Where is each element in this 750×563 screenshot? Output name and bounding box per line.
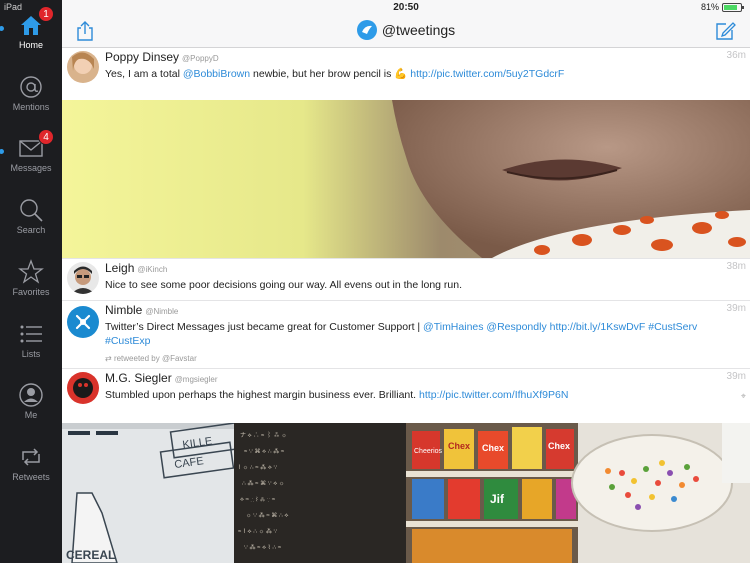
tweet-row[interactable]: Poppy Dinsey @PoppyD 36m Yes, I am a tota…: [62, 48, 750, 258]
retweet-icon: [18, 444, 44, 470]
tweet-row[interactable]: M.G. Siegler @mgsiegler 39m Stumbled upon…: [62, 369, 750, 423]
url-link[interactable]: http://pic.twitter.com/5uy2TGdcrF: [410, 68, 564, 80]
compose-icon: [716, 22, 736, 40]
star-icon: [18, 259, 44, 285]
hashtag-link[interactable]: #CustExp: [105, 335, 151, 347]
sidebar-item-label: Search: [16, 225, 46, 235]
sidebar-item-lists[interactable]: Lists: [0, 313, 62, 369]
tweet-row[interactable]: Leigh @iKinch 38m Nice to see some poor d…: [62, 258, 750, 301]
svg-text:⌇ ☼ ∴ ≈ ⁂ ⟡ ∵: ⌇ ☼ ∴ ≈ ⁂ ⟡ ∵: [238, 464, 278, 471]
retweeted-by: ⇄ retweeted by @Favstar: [105, 354, 197, 363]
tweet-author-handle: @iKinch: [137, 265, 168, 274]
svg-text:Cheerios: Cheerios: [414, 448, 443, 455]
tweet-text: Stumbled upon perhaps the highest margin…: [105, 389, 569, 401]
location-pin-icon: ⌖: [740, 391, 746, 401]
tweet-author-name: Leigh: [105, 261, 135, 275]
profile-icon: [18, 382, 44, 408]
sidebar-item-label: Lists: [21, 349, 41, 359]
sidebar-item-label: Messages: [10, 163, 52, 173]
tweet-text: Yes, I am a total @BobbiBrown newbie, bu…: [105, 68, 565, 80]
sidebar-item-mentions[interactable]: Mentions: [0, 66, 62, 122]
tweet-author-handle: @mgsiegler: [174, 375, 218, 384]
tweet-text: Twitter’s Direct Messages just became gr…: [105, 321, 698, 347]
sidebar-item-label: Mentions: [12, 102, 50, 112]
tweet-photo[interactable]: [62, 100, 750, 258]
hashtag-link[interactable]: #CustServ: [648, 321, 697, 333]
url-link[interactable]: http://pic.twitter.com/IfhuXf9P6N: [419, 389, 568, 401]
timeline[interactable]: Poppy Dinsey @PoppyD 36m Yes, I am a tota…: [62, 48, 750, 563]
tweet-author-handle: @PoppyD: [182, 54, 219, 63]
sidebar-item-favorites[interactable]: Favorites: [0, 251, 62, 307]
tweet-author-name: Nimble: [105, 303, 143, 317]
sidebar-item-retweets[interactable]: Retweets: [0, 436, 62, 492]
svg-text:∵ ⁂ ≈ ⟡ ⌇ ∴ ≈: ∵ ⁂ ≈ ⟡ ⌇ ∴ ≈: [244, 544, 282, 551]
mention-link[interactable]: @TimHaines: [423, 321, 483, 333]
list-icon: [18, 321, 44, 347]
sidebar-item-messages[interactable]: 4 Messages: [0, 127, 62, 183]
battery-icon: [722, 2, 744, 12]
svg-text:Chex: Chex: [482, 443, 504, 453]
mention-link[interactable]: @Respondly: [486, 321, 546, 333]
account-name: @tweetings: [381, 22, 456, 38]
svg-text:≈ ⌇ ⟡ ∴ ☼ ⁂ ∵: ≈ ⌇ ⟡ ∴ ☼ ⁂ ∵: [238, 528, 278, 535]
svg-text:∴ ⁂ ≈ ⌘ ∵ ⟡ ☼: ∴ ⁂ ≈ ⌘ ∵ ⟡ ☼: [242, 480, 284, 487]
account-switcher[interactable]: @tweetings: [62, 20, 750, 40]
mention-link[interactable]: @BobbiBrown: [183, 68, 250, 80]
unread-dot: [0, 26, 4, 31]
svg-text:Jif: Jif: [490, 492, 505, 506]
sidebar-item-label: Favorites: [12, 287, 50, 297]
svg-text:☼ ∵ ⁂ ≈ ⌘ ∴ ⟡: ☼ ∵ ⁂ ≈ ⌘ ∴ ⟡: [246, 512, 288, 519]
battery-percent: 81%: [700, 2, 719, 12]
tweet-text: Nice to see some poor decisions going ou…: [105, 279, 463, 291]
sidebar-item-label: Retweets: [12, 472, 50, 482]
status-time: 20:50: [393, 2, 419, 13]
avatar[interactable]: [67, 51, 99, 83]
compose-button[interactable]: [714, 20, 736, 42]
tweet-row[interactable]: Nimble @Nimble 39m Twitter’s Direct Messa…: [62, 301, 750, 369]
svg-text:⟡ ≈ ∴ ⌇ ⁂ ∵ ≈: ⟡ ≈ ∴ ⌇ ⁂ ∵ ≈: [240, 496, 276, 503]
svg-text:Chex: Chex: [448, 441, 470, 451]
tweet-time: 38m: [726, 261, 746, 272]
tweet-author-handle: @Nimble: [145, 307, 179, 316]
svg-text:ナ ⟡ ∴ ≈ ⌇ ⁂ ☼: ナ ⟡ ∴ ≈ ⌇ ⁂ ☼: [240, 432, 287, 439]
sidebar: iPad 1 Home Mentions 4 Messages Search F…: [0, 0, 62, 563]
envelope-icon: 4: [18, 129, 54, 161]
sidebar-item-search[interactable]: Search: [0, 189, 62, 245]
avatar[interactable]: [67, 372, 99, 404]
at-icon: [18, 74, 44, 100]
svg-text:Chex: Chex: [548, 441, 570, 451]
battery-indicator: 81%: [700, 2, 744, 12]
url-link[interactable]: http://bit.ly/1KswDvF: [550, 321, 646, 333]
sidebar-item-home[interactable]: 1 Home: [0, 4, 62, 60]
avatar[interactable]: [67, 306, 99, 338]
tweet-time: 39m: [726, 371, 746, 382]
svg-text:≈ ∵ ⌘ ⟡ ∴ ⁂ ≈: ≈ ∵ ⌘ ⟡ ∴ ⁂ ≈: [244, 448, 285, 455]
tweet-author-name: Poppy Dinsey: [105, 50, 180, 64]
sidebar-item-label: Home: [18, 40, 43, 50]
avatar[interactable]: [67, 262, 99, 294]
retweet-small-icon: ⇄: [105, 354, 114, 363]
svg-text:CEREAL: CEREAL: [66, 548, 115, 562]
home-badge: 1: [38, 6, 54, 22]
sidebar-item-me[interactable]: Me: [0, 374, 62, 430]
home-icon: 1: [18, 6, 54, 38]
unread-dot: [0, 149, 4, 154]
search-icon: [18, 197, 44, 223]
header-bar: 20:50 81% @tweetings: [62, 0, 750, 48]
tweetings-logo-icon: [356, 20, 377, 40]
tweet-time: 36m: [726, 50, 746, 61]
tweet-time: 39m: [726, 303, 746, 314]
messages-badge: 4: [38, 129, 54, 145]
tweet-photo[interactable]: KILLE CAFE CEREAL ナ ⟡ ∴ ≈ ⌇ ⁂ ☼ ≈ ∵ ⌘ ⟡ …: [62, 423, 750, 563]
sidebar-item-label: Me: [24, 410, 38, 420]
tweet-author-name: M.G. Siegler: [105, 371, 172, 385]
